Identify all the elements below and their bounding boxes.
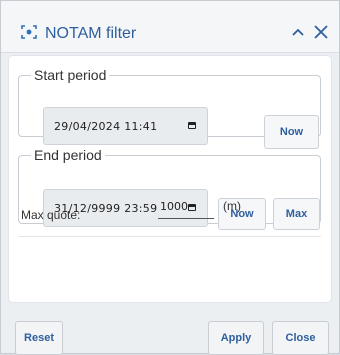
- start-period-legend: Start period: [34, 67, 107, 83]
- close-icon[interactable]: [312, 23, 330, 41]
- start-now-button[interactable]: Now: [264, 115, 319, 149]
- max-quote-input[interactable]: 1000: [158, 198, 214, 219]
- reset-button[interactable]: Reset: [15, 321, 63, 355]
- calendar-icon[interactable]: [188, 122, 196, 129]
- end-max-button[interactable]: Max: [273, 198, 320, 230]
- start-period-input[interactable]: 29/04/2024 11:41: [43, 107, 208, 145]
- dialog-header: NOTAM filter: [1, 1, 339, 53]
- max-quote-section: [18, 236, 321, 288]
- start-period-value: 29/04/2024 11:41: [54, 119, 158, 133]
- notam-filter-dialog: NOTAM filter Start period 29/04/2024 11:…: [0, 0, 340, 355]
- target-scan-icon: [21, 25, 37, 39]
- apply-button[interactable]: Apply: [208, 321, 264, 355]
- max-quote-unit: (m): [223, 199, 241, 213]
- dialog-title: NOTAM filter: [45, 25, 137, 42]
- end-period-legend: End period: [34, 147, 102, 163]
- chevron-up-icon[interactable]: [290, 25, 306, 41]
- close-button[interactable]: Close: [272, 321, 329, 355]
- max-quote-label: Max quote:: [21, 208, 81, 222]
- start-period-group: Start period 29/04/2024 11:41 Now: [18, 67, 321, 149]
- filter-form: Start period 29/04/2024 11:41 Now End pe…: [9, 56, 331, 302]
